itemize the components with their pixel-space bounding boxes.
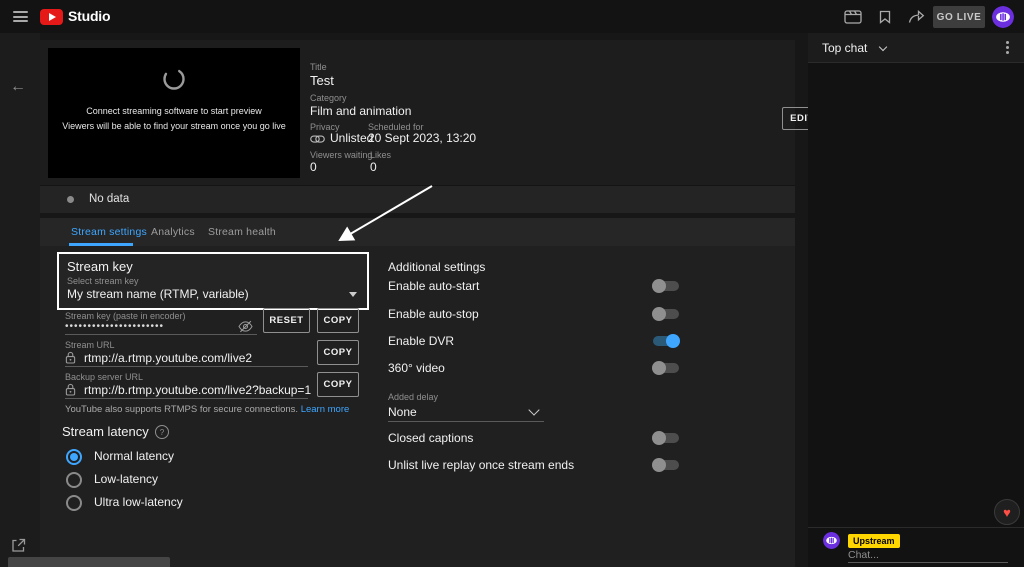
top-app-bar: Studio GO LIVE — [0, 0, 1024, 33]
stream-key-masked-value[interactable]: •••••••••••••••••••••• — [65, 321, 164, 332]
additional-settings-title: Additional settings — [388, 260, 485, 274]
preview-message-line1: Connect streaming software to start prev… — [48, 106, 300, 116]
settings-tab-bar: Stream settings Analytics Stream health — [40, 218, 795, 246]
hide-key-eye-off-icon[interactable] — [238, 320, 253, 333]
radio-normal-latency-label[interactable]: Normal latency — [94, 449, 174, 463]
added-delay-value[interactable]: None — [388, 405, 417, 419]
copy-stream-key-button[interactable]: COPY — [317, 308, 359, 333]
lock-icon — [65, 351, 76, 364]
share-icon[interactable] — [908, 10, 925, 24]
stream-latency-title: Stream latency — [62, 424, 149, 439]
chat-input-underline — [848, 562, 1008, 563]
learn-more-link[interactable]: Learn more — [301, 404, 350, 415]
viewers-waiting-value: 0 — [310, 160, 317, 174]
added-delay-label: Added delay — [388, 392, 438, 402]
enable-auto-stop-label: Enable auto-stop — [388, 307, 479, 321]
enable-dvr-label: Enable DVR — [388, 334, 454, 348]
copy-stream-url-button[interactable]: COPY — [317, 340, 359, 365]
tab-analytics[interactable]: Analytics — [151, 226, 195, 238]
radio-low-latency-label[interactable]: Low-latency — [94, 472, 158, 486]
enable-auto-start-label: Enable auto-start — [388, 279, 479, 293]
chat-input-divider — [808, 527, 1024, 528]
loading-spinner-icon — [161, 66, 187, 92]
bookmark-icon[interactable] — [879, 10, 891, 24]
no-data-status-bar: No data — [40, 185, 795, 213]
radio-low-latency[interactable] — [66, 472, 82, 488]
top-chat-dropdown[interactable]: Top chat — [822, 41, 867, 55]
left-navigation-rail: ← — [0, 33, 40, 567]
scheduled-value: 20 Sept 2023, 13:20 — [368, 131, 476, 145]
create-video-icon[interactable] — [844, 10, 862, 24]
enable-auto-start-toggle[interactable] — [653, 281, 679, 291]
rtmps-note: YouTube also supports RTMPS for secure c… — [65, 404, 349, 415]
likes-label: Likes — [370, 150, 391, 160]
backup-url-label: Backup server URL — [65, 372, 143, 382]
channel-avatar[interactable] — [992, 6, 1014, 28]
external-link-icon[interactable] — [11, 538, 26, 553]
category-value: Film and animation — [310, 104, 411, 118]
chat-header: Top chat — [808, 33, 1024, 63]
privacy-value: Unlisted — [330, 131, 373, 145]
chat-options-kebab-icon[interactable] — [1006, 41, 1009, 44]
select-stream-key-label: Select stream key — [67, 276, 139, 286]
stream-url-value[interactable]: rtmp://a.rtmp.youtube.com/live2 — [84, 351, 252, 365]
chat-user-avatar — [823, 532, 840, 549]
closed-captions-label: Closed captions — [388, 431, 473, 445]
stream-key-section-title: Stream key — [67, 259, 133, 274]
youtube-logo-icon[interactable] — [40, 9, 63, 25]
stream-key-highlight-box: Stream key Select stream key My stream n… — [57, 252, 369, 310]
chevron-down-icon[interactable] — [879, 43, 887, 51]
no-data-text: No data — [89, 193, 129, 205]
go-live-button[interactable]: GO LIVE — [933, 6, 985, 28]
enable-auto-stop-toggle[interactable] — [653, 309, 679, 319]
stream-preview-panel: Connect streaming software to start prev… — [48, 48, 300, 178]
stream-key-field-label: Stream key (paste in encoder) — [65, 311, 186, 321]
unlisted-link-icon — [310, 135, 325, 143]
tab-stream-health[interactable]: Stream health — [208, 226, 276, 238]
backup-url-value[interactable]: rtmp://b.rtmp.youtube.com/live2?backup=1 — [84, 383, 311, 397]
help-question-icon[interactable] — [155, 425, 169, 439]
hamburger-menu-icon[interactable] — [13, 11, 28, 22]
360-video-label: 360° video — [388, 361, 445, 375]
title-label: Title — [310, 62, 327, 72]
reset-stream-key-button[interactable]: RESET — [263, 308, 310, 333]
back-arrow-icon[interactable]: ← — [10, 78, 26, 96]
tab-stream-settings[interactable]: Stream settings — [71, 226, 147, 238]
radio-ultra-low-latency[interactable] — [66, 495, 82, 511]
radio-ultra-low-latency-label[interactable]: Ultra low-latency — [94, 495, 183, 509]
unlist-replay-toggle[interactable] — [653, 460, 679, 470]
select-caret-icon[interactable] — [349, 292, 357, 297]
heart-reaction-button[interactable]: ♥ — [994, 499, 1020, 525]
category-label: Category — [310, 93, 347, 103]
chat-input-placeholder[interactable]: Chat... — [848, 549, 879, 561]
title-value: Test — [310, 73, 334, 88]
viewers-waiting-label: Viewers waiting — [310, 150, 372, 160]
status-dot-icon — [67, 196, 74, 203]
youtube-studio-live-dashboard: Studio GO LIVE ← Connect streaming softw… — [0, 0, 1024, 567]
stream-url-label: Stream URL — [65, 340, 115, 350]
studio-brand-text[interactable]: Studio — [68, 8, 110, 24]
copy-backup-url-button[interactable]: COPY — [317, 372, 359, 397]
closed-captions-toggle[interactable] — [653, 433, 679, 443]
preview-message-line2: Viewers will be able to find your stream… — [48, 121, 300, 131]
stream-key-select-value[interactable]: My stream name (RTMP, variable) — [67, 287, 249, 301]
enable-dvr-toggle[interactable] — [653, 336, 679, 346]
bottom-tooltip-bar — [8, 557, 170, 567]
author-badge: Upstream — [848, 534, 900, 548]
lock-icon — [65, 383, 76, 396]
unlist-replay-label: Unlist live replay once stream ends — [388, 458, 574, 472]
likes-value: 0 — [370, 160, 377, 174]
radio-normal-latency[interactable] — [66, 449, 82, 465]
360-video-toggle[interactable] — [653, 363, 679, 373]
live-chat-panel: Top chat ♥ Upstream Chat... — [808, 33, 1024, 567]
